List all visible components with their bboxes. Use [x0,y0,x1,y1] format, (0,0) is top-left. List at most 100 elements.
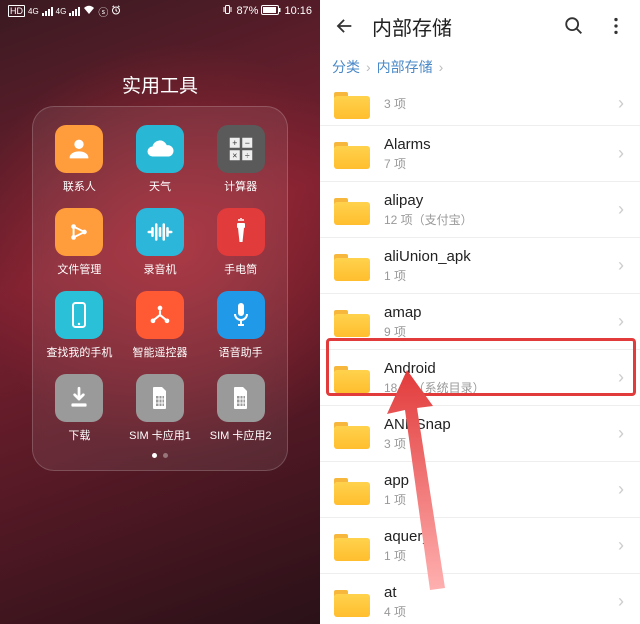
app-label: 查找我的手机 [46,344,112,360]
folder-row[interactable]: 3 项› [320,82,640,126]
search-button[interactable] [560,12,588,40]
folder-icon [334,195,370,225]
breadcrumb[interactable]: 分类 › 内部存储 › [320,52,640,82]
folder-row[interactable]: ANRSnap 3 项› [320,406,640,462]
folder-row[interactable]: aliUnion_apk 1 项› [320,238,640,294]
folder-sub: 1 项 [384,491,618,508]
alarm-icon [111,5,121,18]
row-text: 3 项 [384,95,618,112]
app-cloud[interactable]: 天气 [120,125,201,194]
folder-title: 实用工具 [33,71,287,98]
status-bar: HD 4G 4G ⓢ 87% 10:16 [0,0,320,22]
folder-name: app [384,472,618,489]
folder-icon [334,531,370,561]
folder-sub: 3 项 [384,435,618,452]
folder-icon [334,251,370,281]
folder-icon [334,139,370,169]
files-icon [55,208,103,256]
row-text: app 1 项 [384,472,618,508]
remote-icon [136,291,184,339]
clock-text: 10:16 [284,5,312,17]
page-title: 内部存储 [372,12,546,41]
chevron-right-icon: › [618,255,624,276]
folder-sub: 1 项 [384,547,618,564]
app-torch[interactable]: 手电筒 [200,208,281,277]
app-sim[interactable]: SIM 卡应用1 [120,374,201,443]
chevron-right-icon: › [618,93,624,114]
chevron-right-icon: › [439,59,444,75]
folder-name: ANRSnap [384,416,618,433]
folder-row[interactable]: aquery 1 项› [320,518,640,574]
torch-icon [217,208,265,256]
home-screen: HD 4G 4G ⓢ 87% 10:16 实用工具 联系人天气+−× [0,0,320,624]
folder-name: aquery [384,528,618,545]
folder-name: alipay [384,192,618,209]
svg-text:−: − [244,138,249,148]
chevron-right-icon: › [618,423,624,444]
app-phone[interactable]: 查找我的手机 [39,291,120,360]
folder-row[interactable]: amap9 项› [320,294,640,350]
folder-sub: 1 项 [384,267,618,284]
mic-icon [217,291,265,339]
status-left: HD 4G 4G ⓢ [8,4,121,19]
app-label: 天气 [149,178,171,194]
folder-icon [334,307,370,337]
battery-text: 87% [236,5,258,17]
app-label: SIM 卡应用1 [129,427,191,443]
folder-sub: 4 项 [384,603,618,620]
folder-row[interactable]: Android18 项（系统目录）› [320,350,640,406]
chevron-right-icon: › [618,535,624,556]
row-text: ANRSnap 3 项 [384,416,618,452]
folder-icon [334,475,370,505]
chevron-right-icon: › [618,199,624,220]
battery-icon [261,5,281,18]
folder-list: 3 项›Alarms7 项›alipay12 项（支付宝）›aliUnion_a… [320,82,640,624]
folder-name: Android [384,360,618,377]
cloud-icon [136,125,184,173]
folder-popup: 实用工具 联系人天气+−×÷计算器文件管理录音机手电筒查找我的手机智能遥控器语音… [32,106,288,471]
app-label: SIM 卡应用2 [210,427,272,443]
folder-row[interactable]: app 1 项› [320,462,640,518]
chevron-right-icon: › [618,479,624,500]
folder-name: amap [384,304,618,321]
folder-row[interactable]: at4 项› [320,574,640,624]
sim-icon [136,374,184,422]
app-calc[interactable]: +−×÷计算器 [200,125,281,194]
status-right: 87% 10:16 [222,4,312,18]
folder-name: at [384,584,618,601]
chevron-right-icon: › [618,367,624,388]
nfc-icon: ⓢ [98,4,108,19]
crumb-current[interactable]: 内部存储 [377,57,433,77]
page-dots [39,453,281,458]
app-remote[interactable]: 智能遥控器 [120,291,201,360]
app-sim[interactable]: SIM 卡应用2 [200,374,281,443]
folder-sub: 9 项 [384,323,618,340]
contact-icon [55,125,103,173]
svg-text:÷: ÷ [245,150,250,160]
download-icon [55,374,103,422]
folder-name: aliUnion_apk [384,248,618,265]
chevron-right-icon: › [366,59,371,75]
app-contact[interactable]: 联系人 [39,125,120,194]
back-button[interactable] [330,12,358,40]
more-button[interactable] [602,12,630,40]
sim-icon [217,374,265,422]
folder-row[interactable]: Alarms7 项› [320,126,640,182]
app-label: 录音机 [143,261,176,277]
app-label: 联系人 [63,178,96,194]
app-mic[interactable]: 语音助手 [200,291,281,360]
folder-icon [334,89,370,119]
app-label: 语音助手 [219,344,263,360]
folder-name: Alarms [384,136,618,153]
calc-icon: +−×÷ [217,125,265,173]
folder-icon [334,587,370,617]
app-download[interactable]: 下载 [39,374,120,443]
folder-row[interactable]: alipay12 项（支付宝）› [320,182,640,238]
app-wave[interactable]: 录音机 [120,208,201,277]
app-label: 下载 [68,427,90,443]
file-manager-screen: 内部存储 分类 › 内部存储 › 3 项›Alarms7 项›alipay12 … [320,0,640,624]
app-files[interactable]: 文件管理 [39,208,120,277]
row-text: Alarms7 项 [384,136,618,172]
crumb-root[interactable]: 分类 [332,57,360,77]
row-text: aquery 1 项 [384,528,618,564]
